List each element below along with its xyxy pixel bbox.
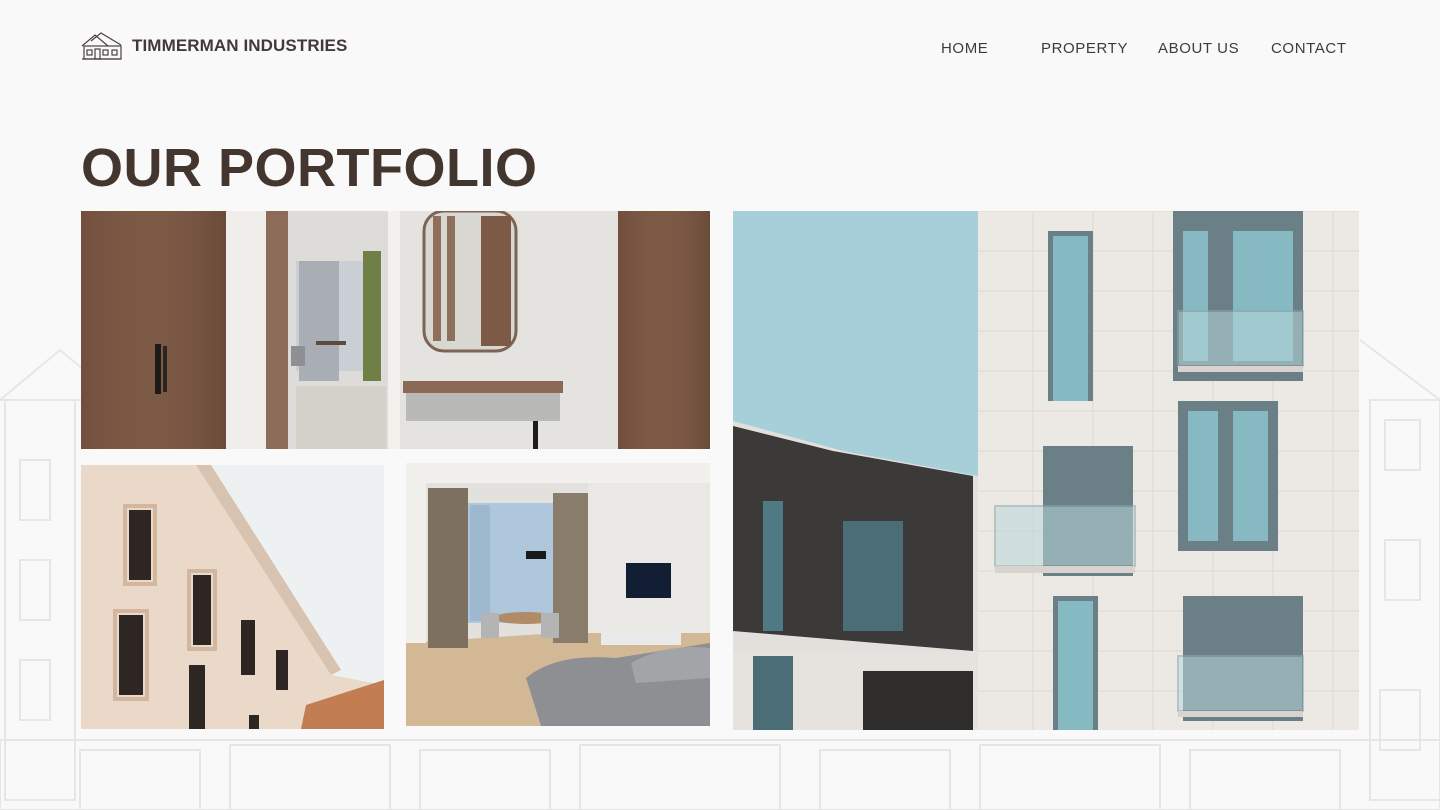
- site-header: TIMMERMAN INDUSTRIES HOME PROPERTY ABOUT…: [0, 0, 1440, 100]
- portfolio-photo-facade[interactable]: [81, 465, 384, 729]
- portfolio-photo-living-room[interactable]: [406, 463, 710, 726]
- nav-contact[interactable]: CONTACT: [1271, 40, 1347, 57]
- portfolio-photo-apartment-building[interactable]: [733, 211, 1359, 730]
- page-title: OUR PORTFOLIO: [81, 138, 538, 198]
- nav-property[interactable]: PROPERTY: [1041, 40, 1128, 57]
- main-nav: HOME PROPERTY ABOUT US CONTACT: [0, 40, 1440, 60]
- nav-home[interactable]: HOME: [941, 40, 988, 57]
- portfolio-photo-hallway[interactable]: [81, 211, 710, 449]
- nav-about-us[interactable]: ABOUT US: [1158, 40, 1239, 57]
